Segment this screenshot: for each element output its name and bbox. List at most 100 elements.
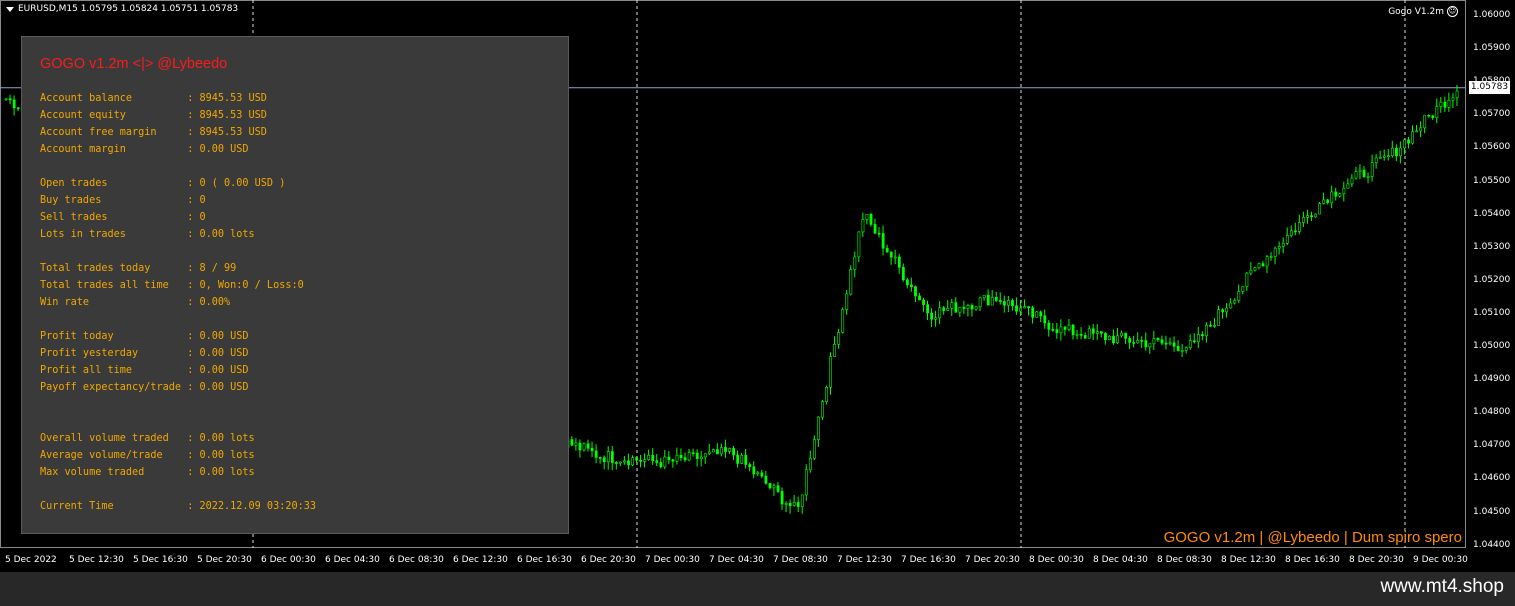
candle-body xyxy=(570,439,574,446)
candle-body xyxy=(808,457,812,471)
candle-body xyxy=(724,447,727,452)
candle-body xyxy=(4,98,8,101)
candle-body xyxy=(1051,329,1055,331)
time-tick-label: 8 Dec 20:30 xyxy=(1349,555,1404,565)
stat-row: Total trades all time : 0, Won:0 / Loss:… xyxy=(40,280,304,291)
stat-row: Lots in trades : 0.00 lots xyxy=(40,229,255,240)
candle-body xyxy=(1217,309,1221,326)
candle-body xyxy=(667,456,671,461)
candle-body xyxy=(12,99,16,109)
price-tick-label: 1.05100 xyxy=(1473,307,1511,318)
candle-body xyxy=(703,453,707,458)
stat-row: Average volume/trade : 0.00 lots xyxy=(40,450,255,461)
candle-body xyxy=(1342,187,1346,195)
candle-body xyxy=(1302,217,1305,223)
candle-body xyxy=(958,306,962,313)
candle-body xyxy=(1225,307,1229,313)
time-tick-label: 6 Dec 00:30 xyxy=(261,555,316,565)
candle-body xyxy=(804,469,808,496)
dropdown-icon[interactable] xyxy=(6,6,14,12)
candle-body xyxy=(1071,324,1075,336)
candle-body xyxy=(574,442,578,446)
candle-body xyxy=(1314,213,1318,218)
candle-body xyxy=(910,284,913,287)
candle-body xyxy=(1015,305,1018,312)
candle-body xyxy=(885,247,889,253)
symbol-header[interactable]: EURUSD,M15 1.05795 1.05824 1.05751 1.057… xyxy=(6,4,238,14)
candle-body xyxy=(1132,342,1136,344)
candle-body xyxy=(918,295,921,301)
stat-row: Overall volume traded : 0.00 lots xyxy=(40,433,255,444)
candle-body xyxy=(914,286,917,297)
candle-body xyxy=(1196,334,1200,343)
candle-body xyxy=(889,251,893,258)
candle-body xyxy=(1378,157,1382,159)
candle-body xyxy=(1281,242,1285,247)
candle-body xyxy=(679,454,683,458)
candle-body xyxy=(1249,269,1253,274)
time-axis[interactable]: 5 Dec 2022 5 Dec 12:30 5 Dec 16:30 5 Dec 20… xyxy=(0,548,1468,572)
time-tick-label: 5 Dec 16:30 xyxy=(133,555,188,565)
stat-spacer xyxy=(40,396,316,413)
candle-body xyxy=(1285,235,1289,244)
candle-body xyxy=(990,297,994,306)
candle-body xyxy=(1152,338,1156,345)
candle-body xyxy=(1087,328,1091,339)
candle-body xyxy=(922,299,925,305)
candle-body xyxy=(1172,342,1176,347)
candle-body xyxy=(1362,169,1366,178)
candle-body xyxy=(800,494,804,507)
candle-body xyxy=(817,416,820,440)
candle-body xyxy=(825,387,828,402)
price-tick-label: 1.05900 xyxy=(1473,43,1511,54)
candle-body xyxy=(946,307,950,311)
candle-body xyxy=(1439,101,1443,107)
candle-body xyxy=(853,256,857,270)
candle-body xyxy=(1318,203,1322,215)
stat-row: Profit today : 0.00 USD xyxy=(40,331,249,342)
time-tick-label: 6 Dec 20:30 xyxy=(581,555,636,565)
candle-body xyxy=(905,279,909,286)
stat-row: Account margin : 0.00 USD xyxy=(40,144,249,155)
price-tick-label: 1.05600 xyxy=(1473,142,1511,153)
time-tick-label: 5 Dec 12:30 xyxy=(69,555,124,565)
candle-body xyxy=(699,456,703,460)
candle-body xyxy=(1011,300,1014,307)
site-url[interactable]: www.mt4.shop xyxy=(1380,576,1504,598)
candle-body xyxy=(1382,155,1386,158)
candle-body xyxy=(1273,247,1277,257)
candle-body xyxy=(998,300,1002,302)
stat-row: Account balance : 8945.53 USD xyxy=(40,93,267,104)
time-tick-label: 6 Dec 08:30 xyxy=(389,555,444,565)
candle-body xyxy=(598,457,602,459)
time-tick-label: 8 Dec 16:30 xyxy=(1285,555,1340,565)
candle-body xyxy=(1229,302,1233,309)
candle-body xyxy=(837,332,841,345)
candle-body xyxy=(897,256,901,268)
price-chart-area[interactable]: EURUSD,M15 1.05795 1.05824 1.05751 1.057… xyxy=(0,0,1515,572)
candle-body xyxy=(873,224,877,234)
time-tick-label: 5 Dec 2022 xyxy=(5,555,57,565)
candle-body xyxy=(1047,322,1051,330)
candle-body xyxy=(1209,324,1212,327)
candle-body xyxy=(1253,267,1257,271)
candle-body xyxy=(1160,339,1164,344)
chart-watermark: GOGO v1.2m | @Lybeedo | Dum spiro spero xyxy=(1163,529,1462,546)
candle-body xyxy=(1399,147,1402,157)
stat-row: Open trades : 0 ( 0.00 USD ) xyxy=(40,178,286,189)
candle-body xyxy=(1334,191,1338,197)
price-axis[interactable]: 1.05783 1.06000 1.05900 1.05800 1.05700 1.05… xyxy=(1466,0,1515,550)
expert-advisor-label[interactable]: Gogo V1.2m ☺ xyxy=(1388,6,1458,17)
candle-body xyxy=(1277,246,1281,249)
candle-body xyxy=(857,231,861,258)
stat-row: Profit yesterday : 0.00 USD xyxy=(40,348,249,359)
footer-bar: www.mt4.shop xyxy=(0,572,1515,606)
candle-body xyxy=(627,460,630,466)
time-tick-label: 8 Dec 08:30 xyxy=(1157,555,1212,565)
candle-body xyxy=(671,459,675,462)
panel-title: GOGO v1.2m <|> @Lybeedo xyxy=(40,56,228,72)
candle-body xyxy=(1035,311,1039,318)
time-tick-label: 6 Dec 16:30 xyxy=(517,555,572,565)
candle-body xyxy=(1007,300,1010,306)
candle-body xyxy=(792,502,796,507)
